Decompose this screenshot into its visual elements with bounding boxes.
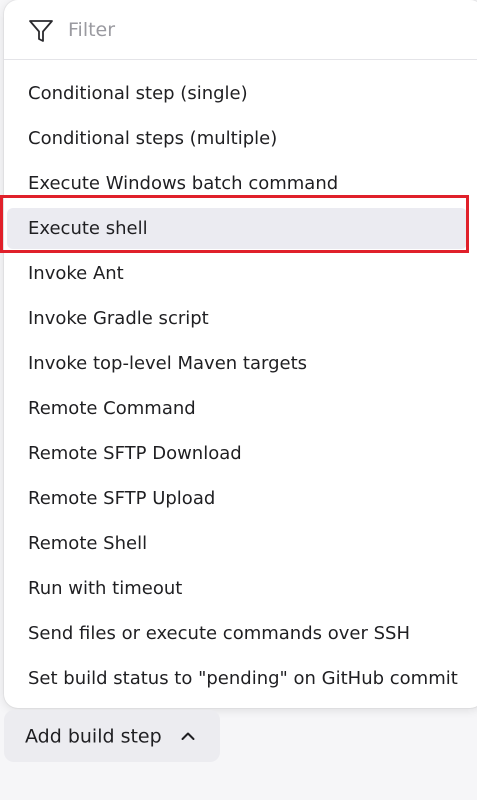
menu-item-run-with-timeout[interactable]: Run with timeout: [4, 566, 477, 611]
menu-item-remote-shell[interactable]: Remote Shell: [4, 521, 477, 566]
add-build-step-label: Add build step: [25, 725, 162, 748]
menu-item-label: Send files or execute commands over SSH: [28, 623, 410, 644]
menu-item-label: Conditional steps (multiple): [28, 128, 278, 149]
menu-item-label: Execute shell: [28, 218, 148, 239]
menu-item-invoke-ant[interactable]: Invoke Ant: [4, 251, 477, 296]
menu-item-execute-windows-batch[interactable]: Execute Windows batch command: [4, 161, 477, 206]
menu-item-invoke-maven-targets[interactable]: Invoke top-level Maven targets: [4, 341, 477, 386]
menu-item-execute-shell[interactable]: Execute shell: [4, 206, 477, 251]
menu-item-conditional-steps-multiple[interactable]: Conditional steps (multiple): [4, 116, 477, 161]
menu-item-set-build-status-github[interactable]: Set build status to "pending" on GitHub …: [4, 656, 477, 701]
menu-item-label: Remote Command: [28, 398, 196, 419]
filter-input[interactable]: [68, 14, 448, 46]
menu-item-send-files-ssh[interactable]: Send files or execute commands over SSH: [4, 611, 477, 656]
menu-item-label: Invoke Ant: [28, 263, 124, 284]
menu-item-remote-sftp-download[interactable]: Remote SFTP Download: [4, 431, 477, 476]
build-step-dropdown: Conditional step (single) Conditional st…: [4, 0, 477, 708]
menu-item-label: Run with timeout: [28, 578, 183, 599]
menu-item-label: Invoke top-level Maven targets: [28, 353, 307, 374]
menu-item-invoke-gradle-script[interactable]: Invoke Gradle script: [4, 296, 477, 341]
menu-item-label: Invoke Gradle script: [28, 308, 209, 329]
add-build-step-button[interactable]: Add build step: [4, 710, 220, 762]
menu-item-label: Remote SFTP Download: [28, 443, 242, 464]
filter-row: [4, 0, 477, 60]
menu-item-label: Remote SFTP Upload: [28, 488, 216, 509]
menu-item-label: Remote Shell: [28, 533, 148, 554]
menu-item-conditional-step-single[interactable]: Conditional step (single): [4, 71, 477, 116]
menu-item-label: Set build status to "pending" on GitHub …: [28, 668, 458, 689]
menu-item-label: Execute Windows batch command: [28, 173, 339, 194]
menu-item-remote-sftp-upload[interactable]: Remote SFTP Upload: [4, 476, 477, 521]
chevron-up-icon: [181, 732, 195, 741]
menu-item-label: Conditional step (single): [28, 83, 248, 104]
build-step-menu: Conditional step (single) Conditional st…: [4, 71, 477, 701]
filter-icon: [29, 20, 53, 42]
menu-item-remote-command[interactable]: Remote Command: [4, 386, 477, 431]
